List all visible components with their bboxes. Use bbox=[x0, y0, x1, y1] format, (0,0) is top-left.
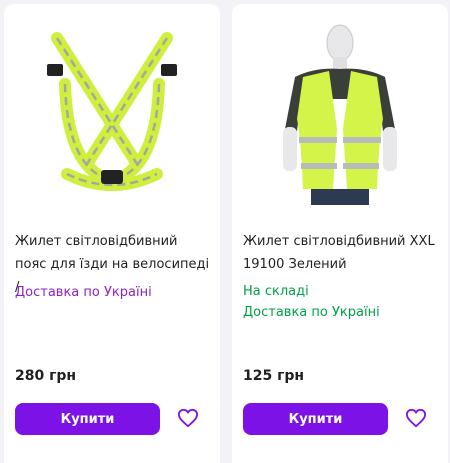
product-image-link[interactable] bbox=[4, 12, 220, 212]
delivery-info: Доставка по Україні bbox=[15, 285, 152, 300]
product-card: Жилет світловідбивний пояс для їзди на в… bbox=[4, 4, 220, 463]
product-price: 280 грн bbox=[15, 368, 77, 384]
product-image bbox=[47, 32, 177, 191]
heart-icon bbox=[405, 408, 426, 428]
buy-button[interactable]: Купити bbox=[15, 403, 160, 435]
product-image bbox=[283, 24, 397, 205]
delivery-info: Доставка по Україні bbox=[243, 305, 380, 320]
add-to-favorites-button[interactable] bbox=[176, 406, 200, 430]
product-card: Жилет світловідбивний XXL 19100 Зелений … bbox=[232, 4, 448, 463]
product-image-link[interactable] bbox=[232, 12, 448, 212]
add-to-favorites-button[interactable] bbox=[404, 406, 428, 430]
product-price: 125 грн bbox=[243, 368, 305, 384]
stock-status: На складі bbox=[243, 284, 309, 299]
heart-icon bbox=[178, 408, 198, 428]
buy-button[interactable]: Купити bbox=[243, 403, 388, 435]
product-title[interactable]: Жилет світловідбивний XXL 19100 Зелений bbox=[243, 230, 439, 276]
